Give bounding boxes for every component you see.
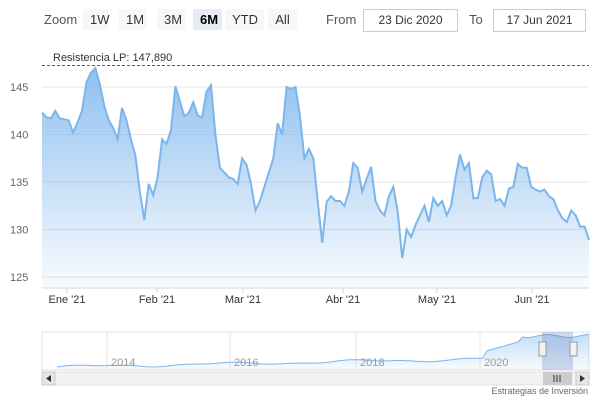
y-axis: 125 130 135 140 145 xyxy=(10,82,28,284)
x-tick-label: Jun '21 xyxy=(514,294,549,306)
navigator-right-handle[interactable] xyxy=(569,341,578,357)
price-chart: 125130135140145 Resistencia LP: 147,890 … xyxy=(10,52,590,386)
x-axis: Ene '21 Feb '21 Mar '21 Abr '21 May '21 Jun '… xyxy=(49,288,550,306)
navigator-year-label: 2018 xyxy=(360,357,384,369)
y-tick-label: 130 xyxy=(10,225,28,237)
x-tick-label: May '21 xyxy=(418,294,456,306)
x-tick-label: Ene '21 xyxy=(49,294,86,306)
x-tick-label: Mar '21 xyxy=(225,294,261,306)
navigator-year-label: 2020 xyxy=(484,357,508,369)
y-tick-label: 145 xyxy=(10,82,28,94)
navigator-selection[interactable] xyxy=(542,332,573,370)
navigator-year-label: 2016 xyxy=(234,357,258,369)
y-tick-label: 135 xyxy=(10,177,28,189)
resistance-label: Resistencia LP: 147,890 xyxy=(53,52,172,64)
credit-text: Estrategias de Inversión xyxy=(491,386,588,396)
scrollbar-track[interactable] xyxy=(41,371,590,386)
y-tick-label: 125 xyxy=(10,272,28,284)
y-tick-label: 140 xyxy=(10,130,28,142)
navigator-year-label: 2014 xyxy=(111,357,135,369)
navigator-left-handle[interactable] xyxy=(538,341,547,357)
x-tick-label: Feb '21 xyxy=(139,294,175,306)
x-tick-label: Abr '21 xyxy=(326,294,361,306)
